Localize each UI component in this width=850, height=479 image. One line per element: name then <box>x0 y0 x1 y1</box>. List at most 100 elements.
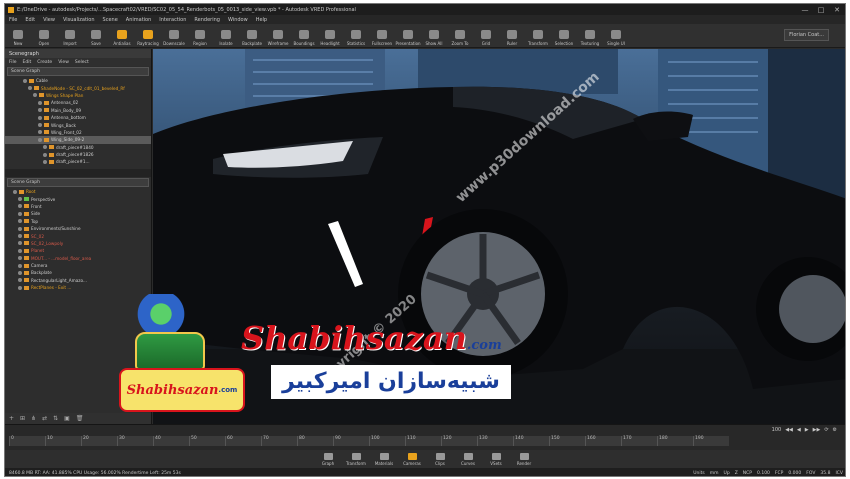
status-field[interactable]: Up <box>724 471 730 476</box>
visibility-icon[interactable] <box>18 219 22 224</box>
timeline-control[interactable]: ▶▶ <box>813 427 821 433</box>
scenegraph-tool-icon[interactable]: ⇄ <box>42 415 47 422</box>
visibility-icon[interactable] <box>18 241 22 246</box>
tree-row[interactable]: Environments/Sunshine <box>5 225 151 232</box>
scenegraph-view-select[interactable]: Scene Graph <box>7 67 149 76</box>
visibility-icon[interactable] <box>18 204 22 209</box>
tool-wireframe-button[interactable]: Wireframe <box>265 23 291 47</box>
close-button[interactable]: ✕ <box>829 6 845 14</box>
tool-transform-button[interactable]: Transform <box>525 23 551 47</box>
tool-isolate-button[interactable]: Isolate <box>213 23 239 47</box>
tool-statistics-button[interactable]: Statistics <box>343 23 369 47</box>
tree-row[interactable]: draft_piece#1840 <box>5 144 151 151</box>
scenegraph2-view-select[interactable]: Scene Graph <box>7 178 149 187</box>
visibility-icon[interactable] <box>18 285 22 290</box>
scenegraph-tool-icon[interactable]: ⋔ <box>31 415 36 422</box>
tree-row[interactable]: Wing_Front_02 <box>5 129 151 136</box>
timeline-control[interactable]: ◀◀ <box>785 427 793 433</box>
visibility-icon[interactable] <box>18 256 22 261</box>
scenegraph-tool-icon[interactable]: ⊞ <box>20 415 25 422</box>
tool-single-ui-button[interactable]: Single UI <box>603 23 629 47</box>
tool-new-button[interactable]: New <box>5 23 31 47</box>
scenegraph-tool-icon[interactable]: 🗑 <box>76 415 84 422</box>
timeline-control[interactable]: ◀ <box>797 427 801 433</box>
tool-zoom-to-button[interactable]: Zoom To <box>447 23 473 47</box>
menu-rendering[interactable]: Rendering <box>194 17 220 23</box>
tool-import-button[interactable]: Import <box>57 23 83 47</box>
visibility-icon[interactable] <box>38 130 42 135</box>
status-field[interactable]: 0.000 <box>788 471 801 476</box>
visibility-icon[interactable] <box>18 211 22 216</box>
status-field[interactable]: Z <box>735 471 738 476</box>
visibility-icon[interactable] <box>43 159 47 164</box>
dock-graph-button[interactable]: Graph <box>316 450 340 468</box>
visibility-icon[interactable] <box>23 78 27 83</box>
timeline-control[interactable]: ▶ <box>805 427 809 433</box>
tree-row[interactable]: Front <box>5 203 151 210</box>
tree-row[interactable]: Antenna_bottom <box>5 114 151 121</box>
tree-row[interactable]: Antennas_02 <box>5 99 151 106</box>
tree-row[interactable]: Planet <box>5 247 151 254</box>
visibility-icon[interactable] <box>43 152 47 157</box>
visibility-icon[interactable] <box>43 145 47 150</box>
timeline-control[interactable]: ⚙ <box>833 427 837 433</box>
menu-view[interactable]: View <box>43 17 55 23</box>
status-field[interactable]: FOV <box>806 471 815 476</box>
status-field[interactable]: FCP <box>775 471 783 476</box>
tool-backplate-button[interactable]: Backplate <box>239 23 265 47</box>
dock-curves-button[interactable]: Curves <box>456 450 480 468</box>
visibility-icon[interactable] <box>13 189 17 194</box>
scenegraph-tool-icon[interactable]: + <box>9 415 14 422</box>
tool-antialias-button[interactable]: Antialias <box>109 23 135 47</box>
menu-file[interactable]: File <box>9 17 17 23</box>
scenegraph-menu-select[interactable]: Select <box>75 60 89 65</box>
maximize-button[interactable]: □ <box>813 6 829 14</box>
status-field[interactable]: 0.100 <box>757 471 770 476</box>
tree-row[interactable]: Cable <box>5 77 151 84</box>
tree-row[interactable]: Main_Body_09 <box>5 107 151 114</box>
menu-help[interactable]: Help <box>256 17 267 23</box>
tree-row[interactable]: RectPlanes - Exit ... <box>5 284 151 291</box>
status-field[interactable]: ICV <box>835 471 843 476</box>
tool-region-button[interactable]: Region <box>187 23 213 47</box>
visibility-icon[interactable] <box>18 263 22 268</box>
tree-row[interactable]: Camera <box>5 262 151 269</box>
minimize-button[interactable]: — <box>797 6 813 14</box>
scenegraph-tool-icon[interactable]: ⇅ <box>53 415 58 422</box>
visibility-icon[interactable] <box>18 197 22 202</box>
scenegraph-menu-view[interactable]: View <box>58 60 69 65</box>
dock-cameras-button[interactable]: Cameras <box>400 450 424 468</box>
tree-row[interactable]: Top <box>5 218 151 225</box>
dock-vsets-button[interactable]: VSets <box>484 450 508 468</box>
dock-transform-button[interactable]: Transform <box>344 450 368 468</box>
tree-row[interactable]: draft_piece#1... <box>5 158 151 165</box>
tree-row[interactable]: Side <box>5 210 151 217</box>
scenegraph-tool-icon[interactable]: ▣ <box>64 415 70 422</box>
visibility-icon[interactable] <box>38 137 42 142</box>
tree-row[interactable]: draft_piece#1826 <box>5 151 151 158</box>
tree-row[interactable]: ShadeNode - SC_02_cdlt_01_beveled_Rf <box>5 84 151 91</box>
tool-downscale-button[interactable]: Downscale <box>161 23 187 47</box>
tree-row[interactable]: Wings_Back <box>5 121 151 128</box>
timeline-control[interactable]: 100 <box>772 427 782 433</box>
menu-visualization[interactable]: Visualization <box>63 17 95 23</box>
visibility-icon[interactable] <box>18 248 22 253</box>
scenegraph-menu-file[interactable]: File <box>9 60 17 65</box>
tool-ruler-button[interactable]: Ruler <box>499 23 525 47</box>
tool-show-all-button[interactable]: Show All <box>421 23 447 47</box>
tree-row[interactable]: Wing_Side_09-2 <box>5 136 151 144</box>
user-select[interactable]: Florian Coat... <box>784 29 829 41</box>
tree-row[interactable]: SC_02 <box>5 232 151 239</box>
menu-edit[interactable]: Edit <box>25 17 35 23</box>
tool-boundings-button[interactable]: Boundings <box>291 23 317 47</box>
status-field[interactable]: mm <box>710 471 719 476</box>
timeline-control[interactable]: ⟳ <box>824 427 828 433</box>
timeline-ruler[interactable]: 0 10 20 30 40 50 60 70 80 90 100 110 120 130 140 150 160… <box>9 436 729 446</box>
status-field[interactable]: NCP <box>743 471 752 476</box>
tool-fullscreen-button[interactable]: Fullscreen <box>369 23 395 47</box>
tool-headlight-button[interactable]: Headlight <box>317 23 343 47</box>
tool-save-button[interactable]: Save <box>83 23 109 47</box>
tool-texturing-button[interactable]: Texturing <box>577 23 603 47</box>
tool-raytracing-button[interactable]: Raytracing <box>135 23 161 47</box>
visibility-icon[interactable] <box>18 234 22 239</box>
